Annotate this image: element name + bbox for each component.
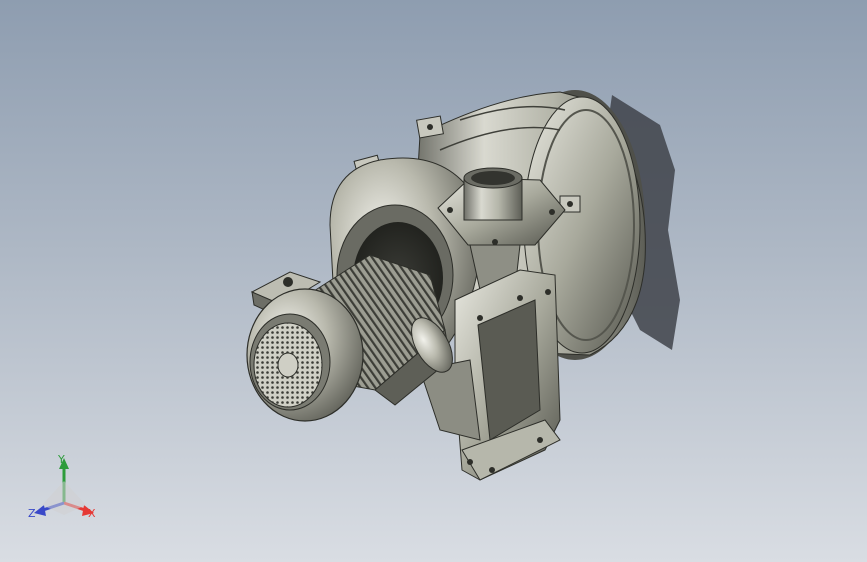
z-axis-label: Z	[28, 507, 36, 520]
y-axis-label: Y	[57, 453, 65, 466]
model-viewport[interactable]: Y X Z	[0, 0, 867, 562]
motor-fan-cover[interactable]	[246, 288, 364, 422]
x-axis-label: X	[88, 507, 96, 520]
orientation-triad[interactable]: Y X Z	[28, 453, 96, 520]
triad-base-plane	[42, 481, 86, 515]
z-axis-arrowhead	[34, 505, 46, 516]
